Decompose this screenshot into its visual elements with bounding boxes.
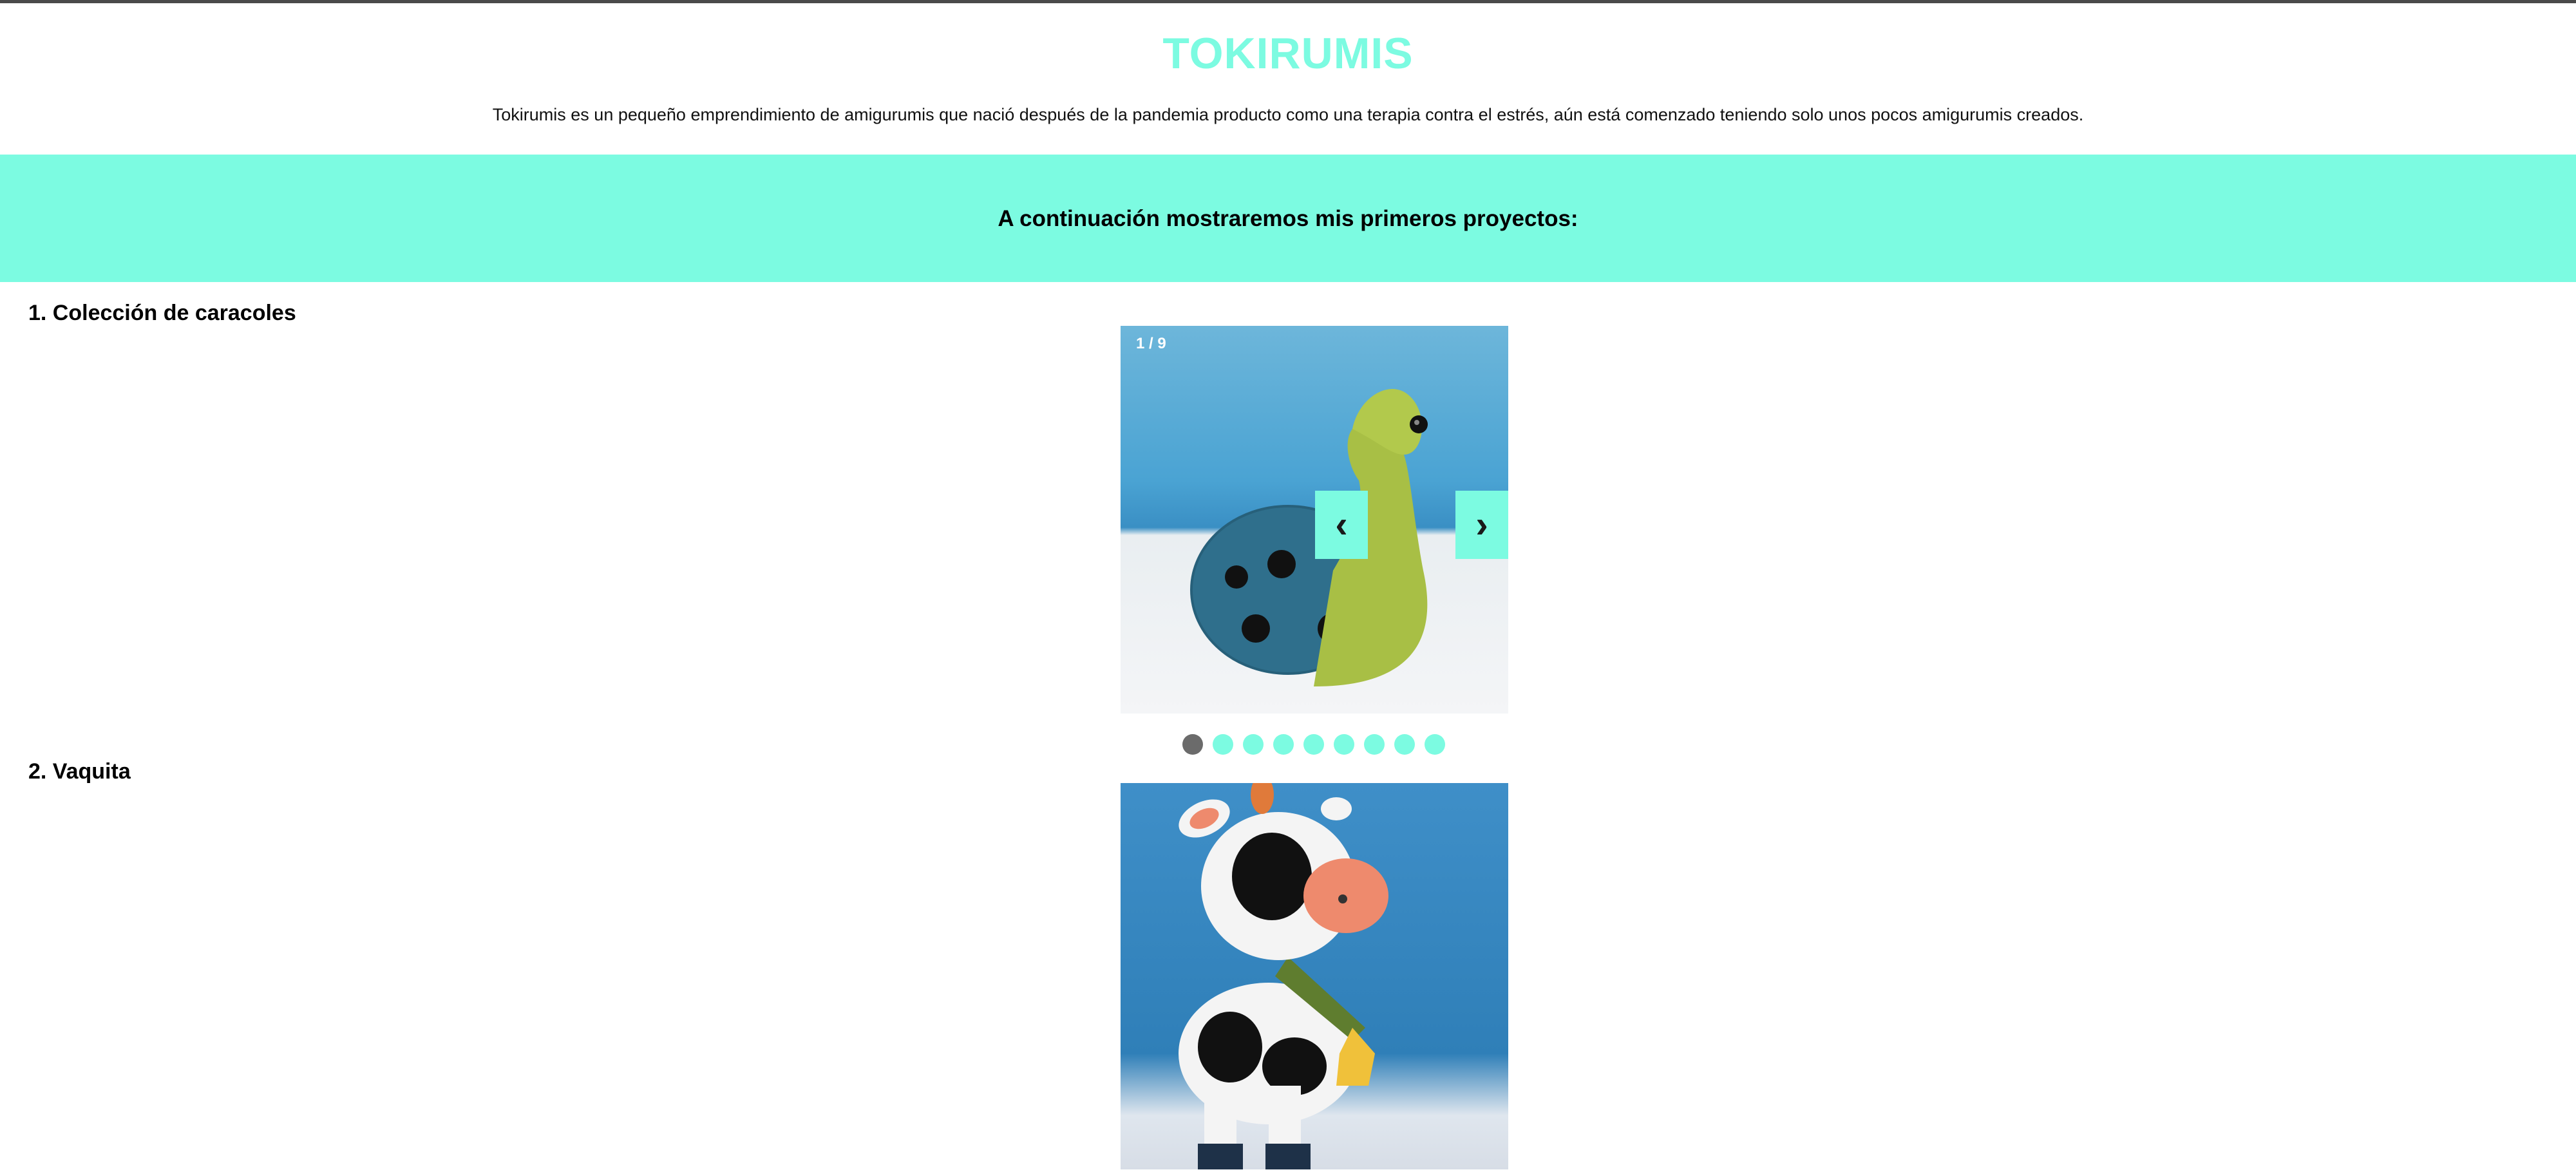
slide-dot-3[interactable] <box>1243 734 1264 755</box>
snail-photo <box>1121 326 1508 714</box>
snail-slideshow: 1 / 9 ‹ › <box>1121 326 1508 714</box>
cow-amigurumi-image <box>1179 783 1388 1169</box>
section-heading-snails: 1. Colección de caracoles <box>28 301 296 325</box>
slide-dot-1[interactable] <box>1182 734 1203 755</box>
slide-dot-9[interactable] <box>1425 734 1445 755</box>
slide-dot-7[interactable] <box>1364 734 1385 755</box>
chevron-left-icon: ‹ <box>1335 504 1348 545</box>
section-heading-cow: 2. Vaquita <box>28 759 131 784</box>
slide-dot-6[interactable] <box>1334 734 1354 755</box>
slide-dot-5[interactable] <box>1303 734 1324 755</box>
top-border <box>0 0 2576 3</box>
slide-counter: 1 / 9 <box>1136 335 1166 352</box>
slide-dot-2[interactable] <box>1213 734 1233 755</box>
cow-slideshow <box>1121 783 1508 1169</box>
banner-text: A continuación mostraremos mis primeros … <box>998 206 1578 231</box>
chevron-right-icon: › <box>1475 504 1488 545</box>
intro-banner: A continuación mostraremos mis primeros … <box>0 155 2576 282</box>
slide-dots <box>1182 734 1445 756</box>
snail-amigurumi-image <box>1190 389 1428 686</box>
slide-dot-8[interactable] <box>1394 734 1415 755</box>
prev-slide-button[interactable]: ‹ <box>1315 491 1368 559</box>
next-slide-button[interactable]: › <box>1455 491 1508 559</box>
site-title: TOKIRUMIS <box>1162 29 1414 78</box>
cow-photo <box>1121 783 1508 1169</box>
slide-dot-4[interactable] <box>1273 734 1294 755</box>
site-description: Tokirumis es un pequeño emprendimiento d… <box>492 105 2084 124</box>
